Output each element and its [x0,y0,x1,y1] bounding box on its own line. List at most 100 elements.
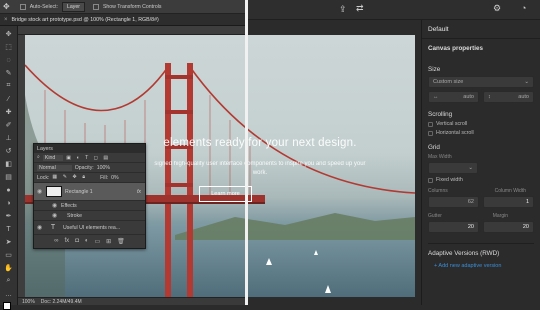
grid-label: Grid [428,144,440,151]
layer-row-stroke[interactable]: ◉ Stroke [34,211,145,221]
link-icon[interactable]: ∞ [54,238,58,244]
close-icon[interactable]: × [4,17,8,23]
fixed-width-label: Fixed width [436,177,463,183]
layer-row-rectangle[interactable]: ◉ Rectangle 1 fx [34,183,145,201]
layer-row-effects[interactable]: ◉ Effects [34,201,145,211]
column-width-label: Column Width [494,188,526,194]
swap-icon[interactable]: ⇄ [356,3,364,14]
auto-select-dropdown[interactable]: Layer [61,1,85,12]
brush-icon[interactable]: ✐ [4,120,14,130]
layer-name: Stroke [67,212,82,219]
eraser-icon[interactable]: ◧ [4,159,14,169]
visibility-eye-icon[interactable]: ◉ [52,212,58,219]
doc-size: Doc: 2.24M/49.4M [40,298,82,305]
layers-tab[interactable]: Layers [37,146,53,152]
fx-menu-icon[interactable]: fx [65,238,70,244]
quick-select-icon[interactable]: ✎ [4,68,14,78]
shape-icon[interactable]: ▭ [4,250,14,260]
margin-field[interactable]: 20 [483,221,534,233]
user-icon[interactable]: ◔ [521,3,526,13]
opacity-label: Opacity: [74,164,94,171]
pen-icon[interactable]: ✒ [4,211,14,221]
crop-icon[interactable]: ⌗ [4,81,14,91]
max-width-label: Max Width [428,154,452,160]
status-bar: 100% Doc: 2.24M/49.4M [18,297,245,305]
transform-controls-label: Show Transform Controls [102,3,162,10]
layer-thumbnail [46,186,62,197]
healing-icon[interactable]: ✚ [4,107,14,117]
columns-field[interactable]: 62 [428,196,479,208]
zoom-icon[interactable]: ⌕ [4,276,14,286]
fx-icon[interactable]: fx [137,189,141,195]
visibility-eye-icon[interactable]: ◉ [37,224,43,231]
visibility-eye-icon[interactable]: ◉ [37,188,43,195]
new-layer-icon[interactable]: ⊞ [106,238,111,245]
add-adaptive-version-link[interactable]: + Add new adaptive version [428,263,534,269]
chevron-down-icon: ⌄ [524,79,529,85]
gradient-icon[interactable]: ▤ [4,172,14,182]
height-field[interactable]: ↕ auto [483,91,534,103]
columns-labels: Columns Column Width [428,183,534,194]
horizontal-scroll-label: Horizontal scroll [436,130,474,136]
eyedropper-icon[interactable]: ⁄ [4,94,14,104]
dodge-icon[interactable]: ◑ [4,198,14,208]
document-tab[interactable]: Bridge stock art prototype.psd @ 100% (R… [12,17,159,23]
auto-select-label: Auto-Select: [29,3,58,10]
vertical-scroll-label: Vertical scroll [436,121,468,127]
lock-icons[interactable]: ▦ ✎ ✥ 🔒︎ [52,174,87,181]
opacity-field[interactable]: 100% [97,165,110,171]
transform-checkbox[interactable] [92,3,99,10]
width-field[interactable]: ↔ auto [428,91,479,103]
move-icon[interactable]: ✥ [4,29,14,39]
hand-icon[interactable]: ✋ [4,263,14,273]
move-tool-icon[interactable]: ✥ [3,2,10,11]
more-tools-icon[interactable]: … [4,289,14,299]
properties-panel: Default Canvas properties Size Custom si… [421,20,540,305]
options-bar: ✥ Auto-Select: Layer Show Transform Cont… [0,0,245,14]
filter-icons[interactable]: ▣ ◐ T ◻ ▤ [66,155,110,161]
layer-name: Rectangle 1 [65,188,93,195]
blend-mode-dropdown[interactable]: Normal [37,164,72,171]
export-icon[interactable]: ⇪ [339,4,347,15]
gutter-field[interactable]: 20 [428,221,479,233]
history-brush-icon[interactable]: ↺ [4,146,14,156]
margin-label: Margin [492,213,508,219]
visibility-eye-icon[interactable]: ◉ [52,202,58,209]
marquee-icon[interactable]: ⬚ [4,42,14,52]
comparison-divider[interactable] [245,0,248,305]
trash-icon[interactable]: 🗑︎ [117,238,125,245]
filter-row: ⌕ Kind ▣ ◐ T ◻ ▤ [34,153,145,163]
max-width-field[interactable]: ⌄ [428,162,478,174]
blur-icon[interactable]: ● [4,185,14,195]
kind-dropdown[interactable]: Kind [42,154,64,161]
column-width-field[interactable]: 1 [483,196,534,208]
stamp-icon[interactable]: ⊥ [4,133,14,143]
zoom-level[interactable]: 100% [22,299,35,305]
panel-title: Default [422,20,540,39]
path-select-icon[interactable]: ➤ [4,237,14,247]
horizontal-ruler [18,26,245,35]
scrolling-label: Scrolling [428,111,453,118]
layers-panel: Layers ⌕ Kind ▣ ◐ T ◻ ▤ Normal Opacity: … [33,143,146,249]
size-select[interactable]: Custom size ⌄ [428,76,534,88]
layer-row-text[interactable]: ◉ T Useful UI elements rea... [34,221,145,235]
type-layer-icon: T [50,224,56,231]
type-icon[interactable]: T [4,224,14,234]
lock-label: Lock: [37,174,50,181]
columns-value: 62 [467,199,474,205]
gear-icon[interactable]: ⚙ [493,3,501,14]
lasso-icon[interactable]: ◌ [4,55,14,65]
margin-value: 20 [522,224,529,230]
folder-icon[interactable]: ▭ [94,238,100,245]
fill-field[interactable]: 0% [111,175,119,181]
adaptive-versions-heading: Adaptive Versions (RWD) [428,243,534,257]
horizontal-scroll-checkbox[interactable]: Horizontal scroll [428,130,534,136]
mask-icon[interactable]: ◘ [75,238,79,244]
foreground-color-swatch[interactable] [3,302,11,310]
layer-name: Useful UI elements rea... [63,224,121,231]
canvas-properties-heading: Canvas properties [428,45,483,52]
auto-select-checkbox[interactable] [19,3,26,10]
vertical-scroll-checkbox[interactable]: Vertical scroll [428,121,534,127]
adjustment-icon[interactable]: ◐ [85,238,89,244]
size-select-value: Custom size [433,79,464,85]
